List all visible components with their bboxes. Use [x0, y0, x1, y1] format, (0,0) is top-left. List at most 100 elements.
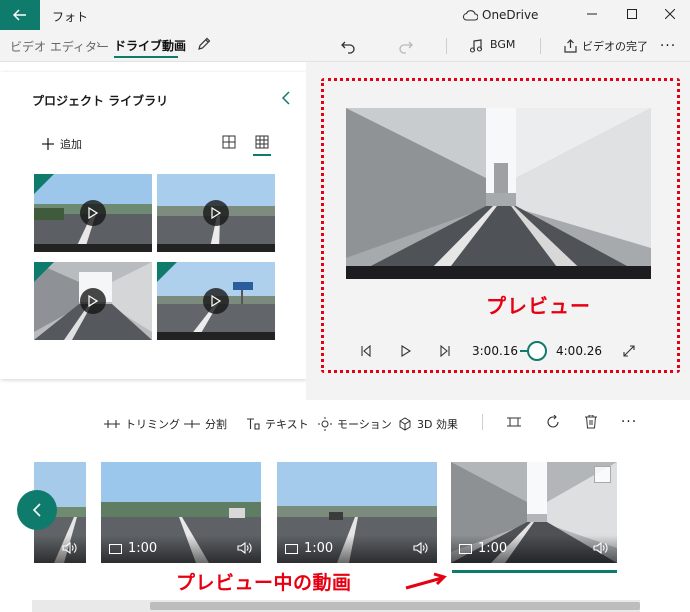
divider [446, 38, 447, 54]
more-options-button[interactable]: ··· [620, 413, 638, 431]
library-thumbnail[interactable] [157, 262, 275, 340]
clip-select-checkbox[interactable] [594, 466, 611, 483]
redo-button[interactable] [396, 36, 416, 56]
resize-button[interactable] [505, 413, 523, 431]
minimize-button[interactable] [584, 6, 600, 22]
chevron-right-icon: › [96, 37, 101, 51]
rename-button[interactable] [196, 36, 212, 55]
motion-icon [318, 417, 332, 431]
expand-icon [623, 345, 635, 357]
step-back-icon [361, 345, 371, 357]
add-media-button[interactable]: 追加 [42, 136, 82, 152]
text-button[interactable]: テキスト [246, 416, 309, 432]
minimize-icon [587, 13, 597, 15]
rotate-icon [547, 415, 559, 428]
grid-dense-icon [255, 135, 269, 149]
next-frame-button[interactable] [437, 343, 453, 359]
play-icon [80, 288, 106, 314]
undo-icon [341, 41, 355, 54]
storyboard-toolbar: トリミング 分割 テキスト モーション 3D 効果 ··· [0, 400, 690, 444]
library-thumbnail[interactable] [34, 262, 152, 340]
trim-label: トリミング [125, 418, 180, 431]
grid-icon [222, 135, 236, 149]
onedrive-button[interactable]: OneDrive [462, 8, 538, 22]
command-bar: ビデオ エディター › ドライブ動画 BGM ビデオの完了 ··· [0, 30, 690, 62]
3d-effects-icon [399, 417, 411, 431]
undo-button[interactable] [338, 36, 358, 56]
cloud-icon [462, 9, 478, 21]
current-time: 3:00.16 [472, 344, 519, 358]
collapse-library-button[interactable] [281, 90, 291, 109]
storyboard-clip[interactable]: 1:00 [277, 462, 437, 563]
play-icon [401, 345, 412, 357]
pencil-icon [198, 37, 211, 50]
ellipsis-icon: ··· [659, 38, 677, 54]
export-icon [560, 36, 580, 56]
preview-clip-indicator [452, 570, 617, 573]
text-label: テキスト [265, 418, 309, 431]
storyboard-clip[interactable]: 1:00 [101, 462, 261, 563]
trash-icon [585, 415, 597, 429]
volume-icon[interactable] [413, 541, 429, 557]
3d-effects-label: 3D 効果 [417, 418, 458, 431]
fullscreen-button[interactable] [621, 343, 637, 359]
clip-duration: 1:00 [304, 541, 334, 556]
arrow-annotation-icon [405, 572, 447, 590]
clip-duration: 1:00 [478, 541, 508, 556]
music-note-icon [466, 36, 486, 56]
storyboard-clip-selected[interactable]: 1:00 [451, 462, 617, 563]
title-underline [114, 56, 178, 58]
back-arrow-icon [13, 9, 26, 21]
split-button[interactable]: 分割 [184, 416, 227, 432]
volume-icon[interactable] [237, 541, 253, 557]
divider [540, 38, 541, 54]
play-icon [203, 200, 229, 226]
maximize-icon [627, 9, 637, 19]
split-icon [184, 420, 200, 428]
breadcrumb-video-editor[interactable]: ビデオ エディター [10, 38, 109, 55]
3d-effects-button[interactable]: 3D 効果 [398, 416, 458, 432]
motion-button[interactable]: モーション [318, 416, 392, 432]
text-icon [247, 418, 260, 430]
close-button[interactable] [662, 6, 678, 22]
seek-slider-thumb[interactable] [527, 341, 547, 361]
clip-duration: 1:00 [128, 541, 158, 556]
clip-length-icon [109, 543, 122, 554]
library-thumbnail[interactable] [34, 174, 152, 252]
scroll-left-button[interactable] [17, 490, 57, 530]
total-time: 4:00.26 [556, 344, 603, 358]
large-grid-view-button[interactable] [255, 135, 269, 152]
trim-button[interactable]: トリミング [104, 416, 180, 432]
maximize-button[interactable] [624, 6, 640, 22]
previous-frame-button[interactable] [358, 343, 374, 359]
breadcrumb-project-title: ドライブ動画 [114, 39, 187, 53]
added-corner-marker [157, 262, 177, 282]
view-selected-indicator [253, 154, 271, 156]
scrollbar-thumb[interactable] [150, 602, 640, 610]
chevron-left-icon [32, 503, 41, 517]
play-icon [203, 288, 229, 314]
tunnel-scene-image [346, 108, 651, 279]
bgm-button[interactable]: BGM [490, 38, 515, 51]
back-button[interactable] [0, 0, 40, 30]
volume-icon[interactable] [593, 541, 609, 557]
library-title: プロジェクト ライブラリ [32, 94, 169, 108]
play-icon [80, 200, 106, 226]
library-thumbnail[interactable] [157, 174, 275, 252]
preview-video[interactable] [346, 108, 651, 279]
delete-button[interactable] [582, 413, 600, 431]
step-forward-icon [440, 345, 450, 357]
preview-annotation: プレビュー [486, 294, 591, 318]
more-options-button[interactable]: ··· [658, 36, 678, 56]
divider [482, 414, 483, 430]
small-grid-view-button[interactable] [222, 135, 236, 152]
rotate-button[interactable] [544, 413, 562, 431]
close-icon [665, 9, 675, 19]
onedrive-label: OneDrive [482, 8, 539, 22]
volume-icon[interactable] [62, 541, 78, 557]
trim-icon [104, 420, 120, 428]
plus-icon [42, 138, 54, 150]
play-button[interactable] [398, 343, 414, 359]
split-label: 分割 [205, 418, 227, 431]
finish-video-button[interactable]: ビデオの完了 [582, 38, 648, 54]
